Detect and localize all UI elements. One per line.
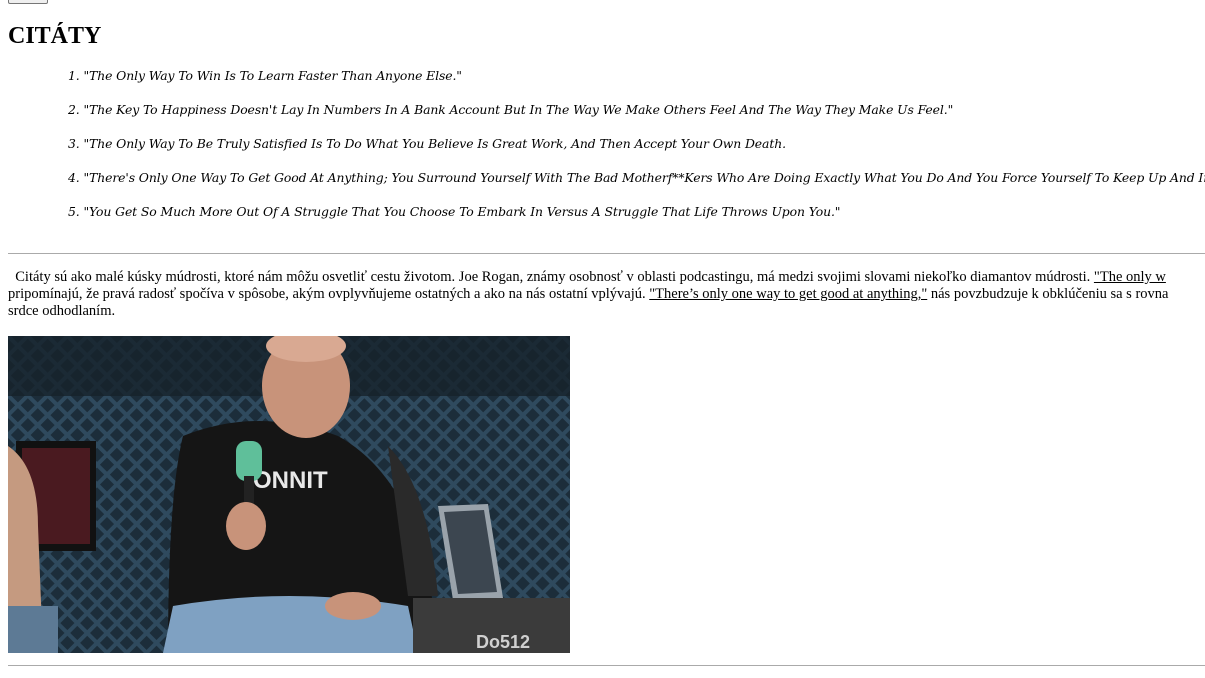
shirt-logo: ONNIT (253, 467, 328, 494)
quote-item: 4. "There's Only One Way To Get Good At … (68, 170, 1205, 185)
quote-item: 3. "The Only Way To Be Truly Satisfied I… (68, 136, 786, 151)
paragraph-text: Citáty sú ako malé kúsky múdrosti, ktoré… (15, 269, 1094, 285)
divider (8, 253, 1205, 254)
divider (8, 665, 1205, 666)
top-button[interactable] (8, 0, 48, 4)
photo-illustration: ONNIT Do512 (8, 336, 570, 653)
quote-item: 2. "The Key To Happiness Doesn't Lay In … (68, 102, 954, 117)
paragraph-text: nás povzbudzuje k obklúčeniu sa s rovna (927, 286, 1169, 302)
paragraph-text: srdce odhodlaním. (8, 303, 116, 319)
joe-rogan-photo: ONNIT Do512 (8, 336, 570, 653)
page-title: CITÁTY (8, 23, 102, 49)
quote-item: 5. "You Get So Much More Out Of A Strugg… (68, 204, 841, 219)
quotes-list: 1. "The Only Way To Win Is To Learn Fast… (0, 66, 1205, 236)
intro-paragraph: Citáty sú ako malé kúsky múdrosti, ktoré… (8, 269, 1168, 320)
quote-item: 1. "The Only Way To Win Is To Learn Fast… (68, 68, 462, 83)
quote-link[interactable]: "There’s only one way to get good at any… (649, 286, 927, 302)
paragraph-text: pripomínajú, že pravá radosť spočíva v s… (8, 286, 650, 302)
stage-logo: Do512 (476, 632, 530, 652)
quote-link[interactable]: "The only w (1094, 269, 1166, 285)
